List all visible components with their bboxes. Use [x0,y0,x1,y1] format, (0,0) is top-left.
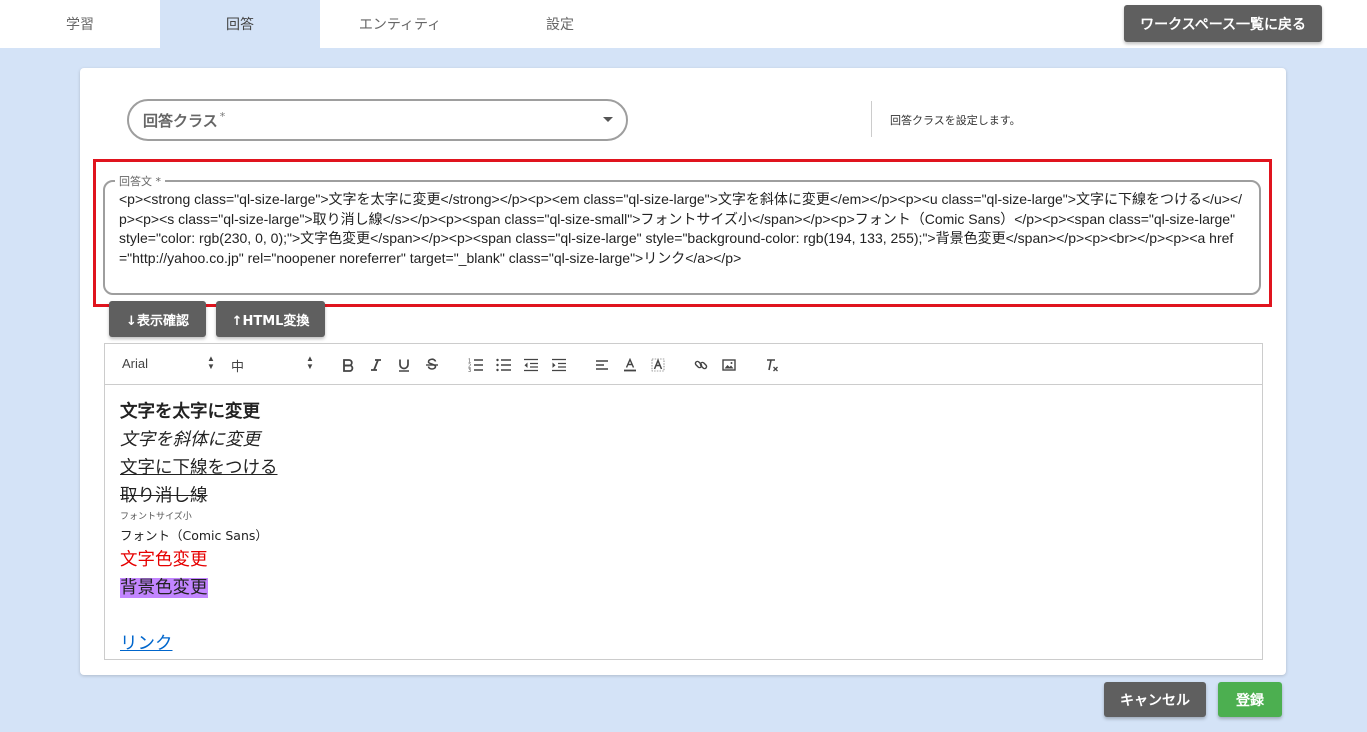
save-button[interactable]: 登録 [1218,682,1282,717]
answer-text-area[interactable]: 回答文 * <p><strong class="ql-size-large">文… [103,173,1261,295]
tab-answers[interactable]: 回答 [160,0,320,48]
strike-icon[interactable] [422,355,442,375]
editor-toolbar: Arial ▲ ▼ 中 ▲ ▼ 123 [105,344,1262,385]
font-picker[interactable]: Arial ▲ ▼ [122,354,217,372]
tab-entities[interactable]: エンティティ [320,0,480,48]
italic-icon[interactable] [366,355,386,375]
editor-line-background: 背景色変更 [120,574,1247,602]
answer-class-select[interactable]: 回答クラス * [127,99,628,141]
underline-icon[interactable] [394,355,414,375]
image-icon[interactable] [719,355,739,375]
rich-text-editor: Arial ▲ ▼ 中 ▲ ▼ 123 文字を太字に変更 文字を斜体に変更 文字… [104,343,1263,660]
clear-format-icon[interactable] [762,355,782,375]
align-icon[interactable] [592,355,612,375]
yahoo-link[interactable]: リンク [120,634,173,654]
editor-line-strike: 取り消し線 [120,486,208,506]
answer-class-label: 回答クラス * [143,109,226,130]
editor-line-bold: 文字を太字に変更 [120,402,260,422]
divider [871,101,872,137]
svg-text:3: 3 [468,368,471,372]
updown-icon: ▲ ▼ [207,354,215,371]
editor-content[interactable]: 文字を太字に変更 文字を斜体に変更 文字に下線をつける 取り消し線 フォントサイ… [120,398,1247,658]
editor-line-small: フォントサイズ小 [120,512,192,522]
cancel-button[interactable]: キャンセル [1104,682,1206,717]
answer-text-value[interactable]: <p><strong class="ql-size-large">文字を太字に変… [119,190,1245,268]
indent-icon[interactable] [549,355,569,375]
tab-settings[interactable]: 設定 [480,0,640,48]
editor-line-color: 文字色変更 [120,550,208,570]
editor-line-underline: 文字に下線をつける [120,458,278,478]
preview-button[interactable]: ↓表示確認 [109,301,206,337]
answer-text-label: 回答文 * [115,173,165,189]
outdent-icon[interactable] [521,355,541,375]
html-convert-button[interactable]: ↑HTML変換 [216,301,325,337]
updown-icon: ▲ ▼ [306,354,314,371]
ordered-list-icon[interactable]: 123 [466,355,486,375]
link-icon[interactable] [691,355,711,375]
top-navigation: 学習 回答 エンティティ 設定 ワークスペース一覧に戻る [0,0,1367,48]
editor-blank-line [120,602,1247,630]
size-picker[interactable]: 中 ▲ ▼ [231,354,316,375]
background-highlight: 背景色変更 [120,578,208,598]
bullet-list-icon[interactable] [494,355,514,375]
editor-line-italic: 文字を斜体に変更 [120,430,260,450]
back-to-workspaces-button[interactable]: ワークスペース一覧に戻る [1124,5,1322,42]
text-color-icon[interactable] [620,355,640,375]
bold-icon[interactable] [338,355,358,375]
answer-class-help: 回答クラスを設定します。 [890,114,1021,127]
chevron-down-icon [603,117,613,122]
tab-learning[interactable]: 学習 [0,0,160,48]
editor-line-link: リンク [120,630,1247,658]
answer-form-card: 回答クラス * 回答クラスを設定します。 回答文 * <p><strong cla… [80,68,1286,675]
required-mark: * [219,109,226,123]
background-color-icon[interactable] [648,355,668,375]
editor-line-font: フォント（Comic Sans） [120,528,268,543]
